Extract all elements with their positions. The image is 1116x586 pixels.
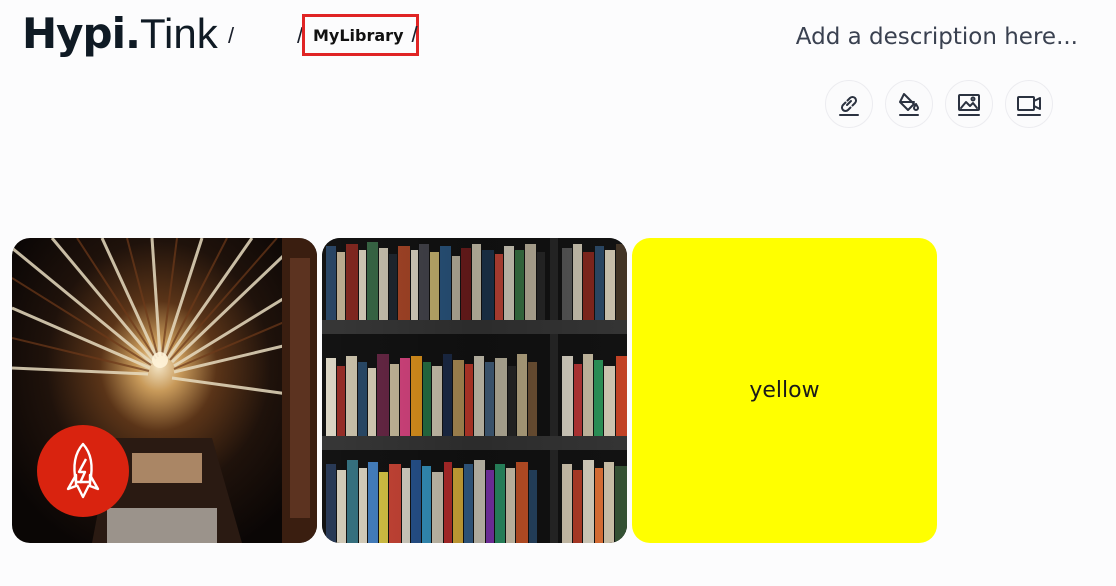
link-icon: [839, 95, 859, 116]
image-button[interactable]: [945, 80, 993, 128]
breadcrumb-current-label: MyLibrary: [313, 25, 404, 45]
video-button[interactable]: [1005, 80, 1053, 128]
yellow-card-label: yellow: [749, 378, 820, 403]
description-input[interactable]: Add a description here...: [796, 20, 1078, 54]
rocket-icon: [66, 442, 100, 499]
rocket-badge[interactable]: [37, 425, 129, 517]
card-grid: yellow: [12, 238, 937, 543]
breadcrumb-separator: /: [228, 23, 235, 48]
brand-name-light: Tink: [139, 10, 218, 57]
image-icon: [958, 94, 980, 116]
breadcrumb-separator: /: [411, 22, 418, 47]
bookshelf-image: [322, 238, 627, 543]
toolbar: [825, 80, 1053, 128]
brand-name-bold: Hypi.: [22, 9, 141, 58]
link-button[interactable]: [825, 80, 873, 128]
yellow-color-card[interactable]: yellow: [632, 238, 937, 543]
brand-logo[interactable]: Hypi. Tink: [22, 6, 218, 62]
bookstore-tunnel-card[interactable]: [12, 238, 317, 543]
fill-color-button[interactable]: [885, 80, 933, 128]
breadcrumb-current-item[interactable]: MyLibrary /: [302, 14, 419, 56]
paint-bucket-icon: [899, 93, 919, 116]
video-icon: [1017, 96, 1041, 116]
bookshelf-card[interactable]: [322, 238, 627, 543]
